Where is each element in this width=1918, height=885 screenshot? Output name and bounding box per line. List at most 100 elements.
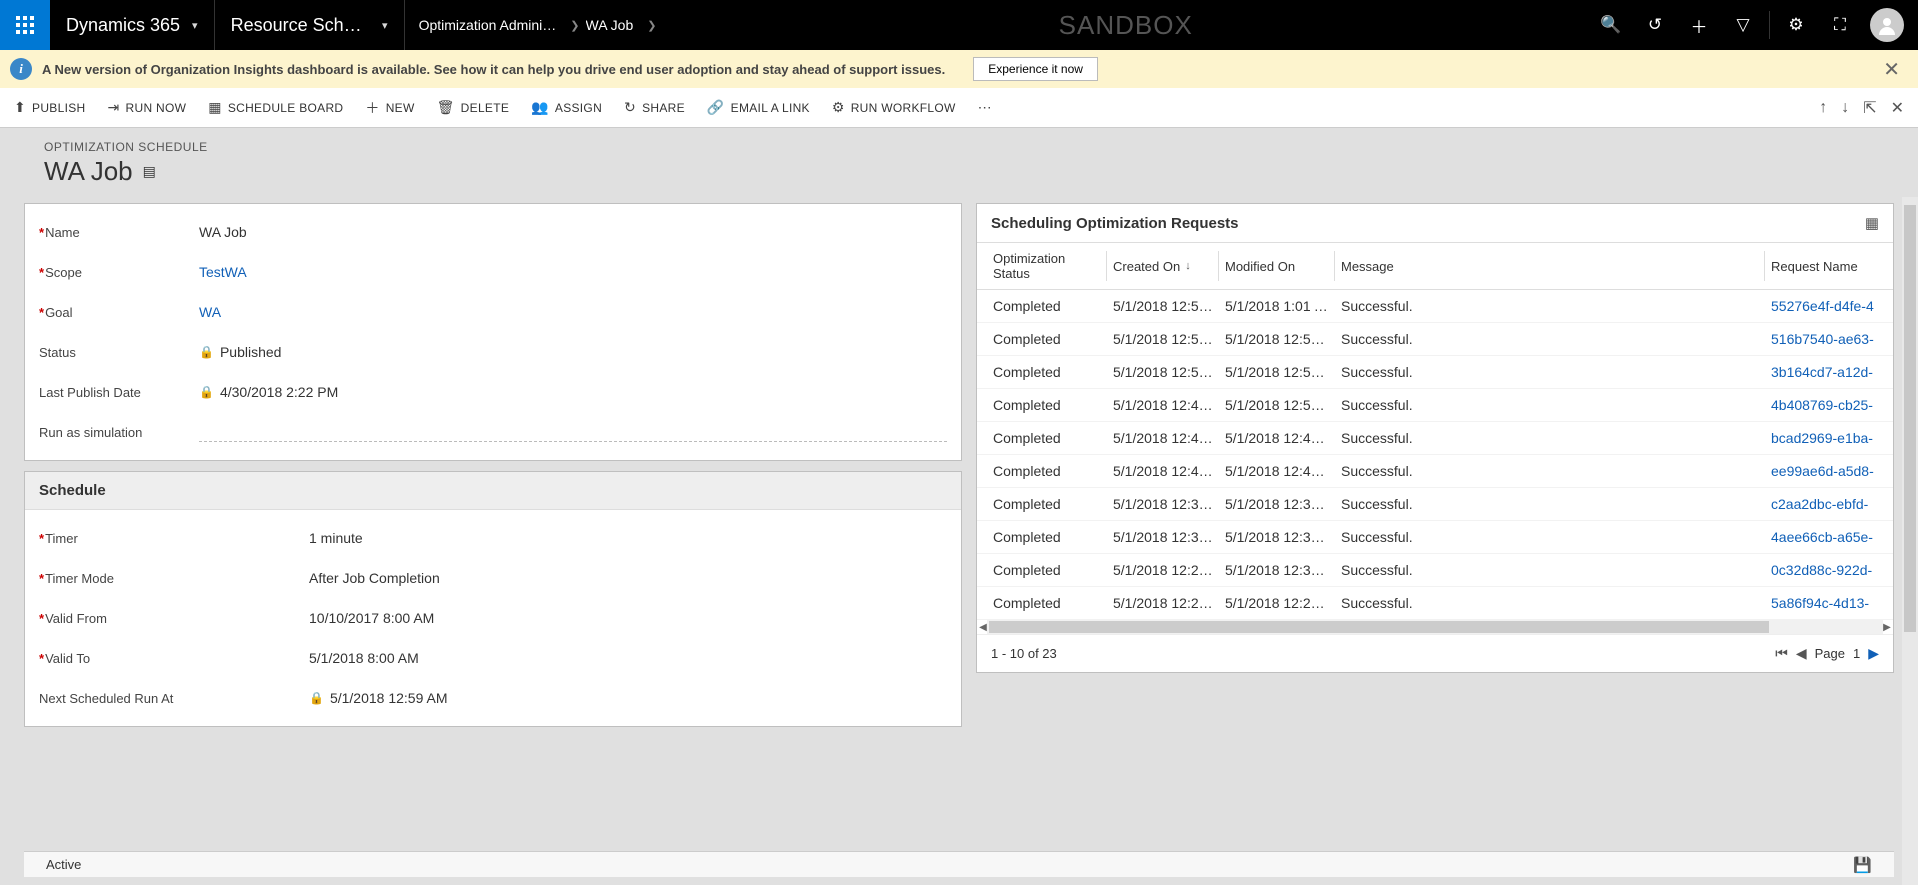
- field-goal-link[interactable]: WA: [199, 304, 947, 320]
- field-valid-to[interactable]: 5/1/2018 8:00 AM: [309, 650, 947, 666]
- col-message[interactable]: Message: [1335, 251, 1765, 281]
- col-modified[interactable]: Modified On: [1219, 251, 1335, 281]
- command-bar: ⬆PUBLISH ⇥RUN NOW ▦SCHEDULE BOARD ＋ NEW 🗑…: [0, 88, 1918, 128]
- run-workflow-button[interactable]: ⚙ RUN WORKFLOW: [832, 99, 956, 116]
- chevron-right-icon: ❯: [647, 19, 656, 32]
- page-next-icon[interactable]: ▶: [1868, 645, 1879, 662]
- brand-dropdown[interactable]: Dynamics 365 ▾: [50, 0, 215, 50]
- cell-request-name[interactable]: 4b408769-cb25-: [1765, 397, 1883, 413]
- table-row[interactable]: Completed5/1/2018 12:43 …5/1/2018 12:45 …: [977, 422, 1893, 455]
- table-row[interactable]: Completed5/1/2018 12:46 …5/1/2018 12:50 …: [977, 389, 1893, 422]
- publish-button[interactable]: ⬆PUBLISH: [14, 99, 85, 116]
- page-first-icon[interactable]: ⏮: [1775, 645, 1788, 662]
- table-row[interactable]: Completed5/1/2018 12:59 …5/1/2018 1:01 A…: [977, 290, 1893, 323]
- table-row[interactable]: Completed5/1/2018 12:33 …5/1/2018 12:35 …: [977, 521, 1893, 554]
- page-label: Page: [1815, 646, 1845, 661]
- list-icon[interactable]: ▤: [143, 163, 156, 180]
- vertical-scrollbar[interactable]: [1902, 197, 1918, 885]
- table-row[interactable]: Completed5/1/2018 12:55 …5/1/2018 12:58 …: [977, 323, 1893, 356]
- fullscreen-icon[interactable]: ⛶: [1818, 0, 1862, 50]
- col-created[interactable]: Created On↓: [1107, 251, 1219, 281]
- chevron-down-icon: ▾: [192, 19, 198, 32]
- field-scope-link[interactable]: TestWA: [199, 264, 947, 280]
- cmd-label: RUN WORKFLOW: [851, 101, 956, 115]
- col-label: Modified On: [1225, 259, 1295, 274]
- scroll-left-icon[interactable]: ◀: [977, 620, 989, 634]
- chevron-right-icon: ❯: [570, 19, 579, 32]
- cell-message: Successful.: [1335, 364, 1765, 380]
- field-valid-from[interactable]: 10/10/2017 8:00 AM: [309, 610, 947, 626]
- breadcrumb-item[interactable]: WA Job: [586, 17, 634, 33]
- email-link-button[interactable]: 🔗EMAIL A LINK: [707, 99, 810, 116]
- table-row[interactable]: Completed5/1/2018 12:25 …5/1/2018 12:27 …: [977, 587, 1893, 620]
- breadcrumb-item[interactable]: Optimization Admini…: [419, 17, 557, 33]
- field-timer[interactable]: 1 minute: [309, 530, 947, 546]
- scrollbar-thumb[interactable]: [1904, 205, 1916, 632]
- label-scope: Scope: [45, 265, 82, 280]
- cell-request-name[interactable]: 5a86f94c-4d13-: [1765, 595, 1883, 611]
- cell-message: Successful.: [1335, 529, 1765, 545]
- field-name[interactable]: WA Job: [199, 224, 947, 240]
- new-icon[interactable]: ＋: [1677, 0, 1721, 50]
- grid-view-icon[interactable]: ▦: [1865, 214, 1879, 232]
- nav-up-icon[interactable]: ↑: [1819, 99, 1827, 117]
- new-button[interactable]: ＋ NEW: [365, 98, 414, 118]
- share-button[interactable]: ↻SHARE: [624, 99, 685, 116]
- label-name: Name: [45, 225, 80, 240]
- filter-icon[interactable]: ▽: [1721, 0, 1765, 50]
- footer-statusbar: Active 💾: [24, 851, 1894, 877]
- app-launcher-icon[interactable]: [0, 0, 50, 50]
- field-timer-mode[interactable]: After Job Completion: [309, 570, 947, 586]
- cell-modified: 5/1/2018 12:50 …: [1219, 397, 1335, 413]
- search-icon[interactable]: 🔍: [1589, 0, 1633, 50]
- delete-button[interactable]: 🗑DELETE: [437, 99, 510, 116]
- schedule-board-button[interactable]: ▦SCHEDULE BOARD: [208, 99, 343, 116]
- area-dropdown[interactable]: Resource Sche… ▾: [215, 0, 405, 50]
- page-prev-icon[interactable]: ◀: [1796, 645, 1807, 662]
- run-now-button[interactable]: ⇥RUN NOW: [107, 99, 186, 116]
- field-run-as-sim[interactable]: [199, 422, 947, 442]
- nav-down-icon[interactable]: ↓: [1841, 99, 1849, 117]
- cell-request-name[interactable]: 55276e4f-d4fe-4: [1765, 298, 1883, 314]
- save-icon[interactable]: 💾: [1853, 856, 1872, 874]
- user-avatar[interactable]: [1870, 8, 1904, 42]
- popout-icon[interactable]: ⇱: [1863, 98, 1876, 118]
- gear-icon[interactable]: ⚙: [1774, 0, 1818, 50]
- cell-request-name[interactable]: 3b164cd7-a12d-: [1765, 364, 1883, 380]
- cmd-label: NEW: [386, 101, 415, 115]
- recent-icon[interactable]: ↺: [1633, 0, 1677, 50]
- close-icon[interactable]: ✕: [1891, 98, 1904, 118]
- assign-button[interactable]: 👥ASSIGN: [531, 99, 602, 116]
- scrollbar-thumb[interactable]: [989, 621, 1769, 633]
- experience-button[interactable]: Experience it now: [973, 57, 1098, 81]
- cell-created: 5/1/2018 12:43 …: [1107, 430, 1219, 446]
- grid-title: Scheduling Optimization Requests: [991, 215, 1239, 232]
- table-row[interactable]: Completed5/1/2018 12:36 …5/1/2018 12:39 …: [977, 488, 1893, 521]
- plus-icon: ＋: [365, 98, 379, 118]
- cell-request-name[interactable]: bcad2969-e1ba-: [1765, 430, 1883, 446]
- cell-status: Completed: [987, 562, 1107, 578]
- cell-request-name[interactable]: 4aee66cb-a65e-: [1765, 529, 1883, 545]
- table-row[interactable]: Completed5/1/2018 12:28 …5/1/2018 12:32 …: [977, 554, 1893, 587]
- cell-message: Successful.: [1335, 496, 1765, 512]
- topbar-actions: 🔍 ↺ ＋ ▽ ⚙ ⛶: [1589, 0, 1918, 50]
- cell-created: 5/1/2018 12:25 …: [1107, 595, 1219, 611]
- cell-request-name[interactable]: 0c32d88c-922d-: [1765, 562, 1883, 578]
- cell-modified: 5/1/2018 12:27 …: [1219, 595, 1335, 611]
- cell-request-name[interactable]: ee99ae6d-a5d8-: [1765, 463, 1883, 479]
- cell-status: Completed: [987, 430, 1107, 446]
- table-row[interactable]: Completed5/1/2018 12:51 …5/1/2018 12:54 …: [977, 356, 1893, 389]
- horizontal-scrollbar[interactable]: ◀ ▶: [987, 620, 1883, 634]
- run-icon: ⇥: [107, 99, 119, 116]
- close-icon[interactable]: ✕: [1875, 57, 1908, 82]
- col-request-name[interactable]: Request Name: [1765, 251, 1883, 281]
- cell-request-name[interactable]: c2aa2dbc-ebfd-: [1765, 496, 1883, 512]
- table-row[interactable]: Completed5/1/2018 12:40 …5/1/2018 12:42 …: [977, 455, 1893, 488]
- col-status[interactable]: Optimization Status: [987, 251, 1107, 281]
- label-valid-to: Valid To: [45, 651, 90, 666]
- more-commands-button[interactable]: ⋯: [978, 99, 998, 116]
- workflow-icon: ⚙: [832, 99, 845, 116]
- cell-request-name[interactable]: 516b7540-ae63-: [1765, 331, 1883, 347]
- scroll-right-icon[interactable]: ▶: [1881, 620, 1893, 634]
- lock-icon: 🔒: [199, 385, 214, 399]
